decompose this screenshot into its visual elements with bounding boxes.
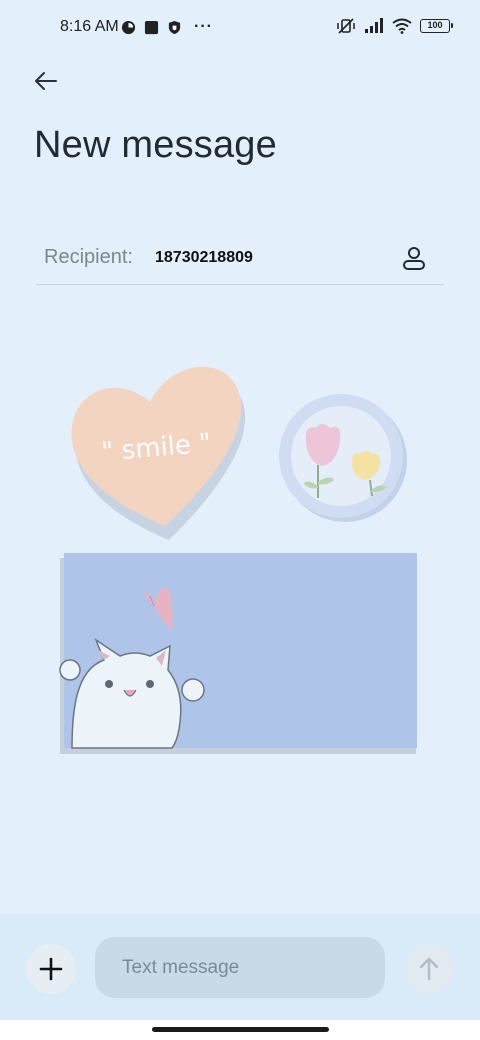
composer-bar	[0, 914, 480, 1020]
back-button[interactable]	[30, 64, 64, 98]
wallpaper-stickers: " smile "	[59, 366, 417, 754]
status-bar: 8:16 AM ··· 100	[0, 0, 480, 56]
page-title: New message	[34, 124, 277, 166]
circle-badge-icon	[121, 20, 136, 34]
wifi-icon	[392, 18, 412, 34]
signal-icon	[365, 18, 383, 33]
contact-picker-button[interactable]	[400, 244, 428, 272]
cat-card-sticker	[59, 553, 417, 754]
status-notification-icons: ···	[121, 18, 213, 36]
heart-sticker: " smile "	[71, 366, 246, 540]
send-arrow-up-icon	[419, 957, 439, 981]
square-icon	[144, 20, 159, 34]
status-system-icons: 100	[336, 17, 453, 35]
flower-circle-sticker	[279, 394, 407, 522]
contact-person-icon	[403, 247, 425, 270]
recipient-label: Recipient:	[44, 246, 133, 268]
add-attachment-button[interactable]	[26, 944, 76, 994]
recipient-row[interactable]: Recipient: 18730218809	[36, 232, 444, 285]
shield-icon	[168, 20, 181, 34]
send-button[interactable]	[404, 944, 454, 994]
back-arrow-icon	[35, 72, 57, 90]
plus-icon	[39, 957, 63, 981]
home-indicator[interactable]	[152, 1027, 329, 1032]
navigation-bar	[0, 1020, 480, 1040]
battery-icon: 100	[420, 19, 453, 33]
recipient-value[interactable]: 18730218809	[155, 249, 253, 267]
mute-vibrate-icon	[337, 18, 355, 34]
status-time: 8:16 AM	[60, 18, 119, 35]
more-dots-icon: ···	[194, 18, 213, 35]
text-message-input[interactable]	[95, 937, 385, 998]
